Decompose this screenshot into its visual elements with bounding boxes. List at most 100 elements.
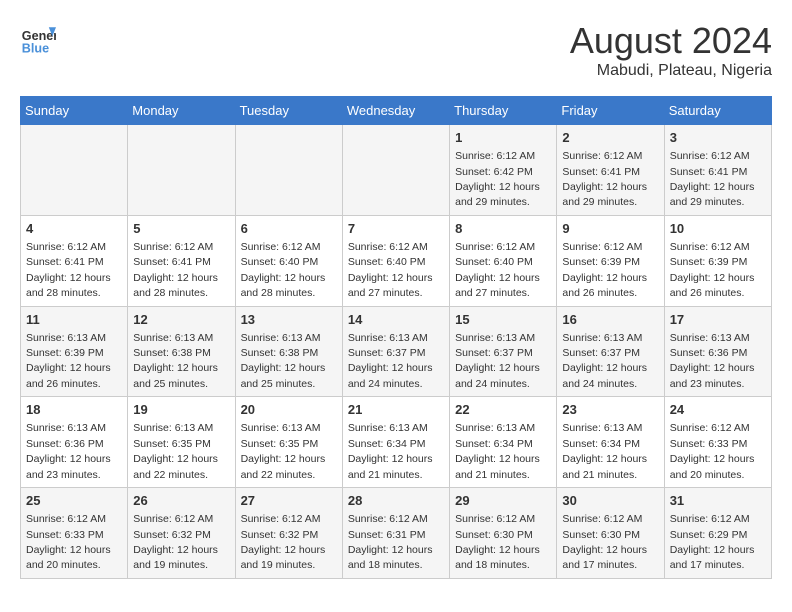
day-info: Sunrise: 6:12 AM Sunset: 6:33 PM Dayligh… bbox=[670, 422, 755, 480]
weekday-header: Tuesday bbox=[235, 97, 342, 125]
calendar-cell: 16Sunrise: 6:13 AM Sunset: 6:37 PM Dayli… bbox=[557, 306, 664, 397]
day-info: Sunrise: 6:13 AM Sunset: 6:39 PM Dayligh… bbox=[26, 332, 111, 390]
day-number: 26 bbox=[133, 492, 229, 510]
day-info: Sunrise: 6:13 AM Sunset: 6:36 PM Dayligh… bbox=[26, 422, 111, 480]
weekday-header: Thursday bbox=[450, 97, 557, 125]
day-number: 5 bbox=[133, 220, 229, 238]
day-info: Sunrise: 6:12 AM Sunset: 6:33 PM Dayligh… bbox=[26, 513, 111, 571]
day-info: Sunrise: 6:13 AM Sunset: 6:35 PM Dayligh… bbox=[241, 422, 326, 480]
day-number: 25 bbox=[26, 492, 122, 510]
calendar-cell: 17 Sunrise: 6:13 AM Sunset: 6:36 PM Dayli… bbox=[664, 306, 771, 397]
day-number: 23 bbox=[562, 401, 658, 419]
day-number: 3 bbox=[670, 129, 766, 147]
day-number: 10 bbox=[670, 220, 766, 238]
day-number: 28 bbox=[348, 492, 444, 510]
calendar-cell: 3 Sunrise: 6:12 AM Sunset: 6:41 PM Daylig… bbox=[664, 125, 771, 216]
day-info: Sunrise: 6:12 AM Sunset: 6:39 PM Dayligh… bbox=[562, 241, 647, 299]
calendar-cell: 29 Sunrise: 6:12 AM Sunset: 6:30 PM Dayli… bbox=[450, 488, 557, 579]
day-info: Sunrise: 6:13 AM Sunset: 6:36 PM Dayligh… bbox=[670, 332, 755, 390]
calendar-cell: 21Sunrise: 6:13 AM Sunset: 6:34 PM Dayli… bbox=[342, 397, 449, 488]
day-info: Sunrise: 6:13 AM Sunset: 6:38 PM Dayligh… bbox=[241, 332, 326, 390]
day-info: Sunrise: 6:12 AM Sunset: 6:40 PM Dayligh… bbox=[348, 241, 433, 299]
page-header: General Blue August 2024 Mabudi, Plateau… bbox=[20, 20, 772, 80]
weekday-header: Saturday bbox=[664, 97, 771, 125]
day-number: 15 bbox=[455, 311, 551, 329]
calendar-cell bbox=[342, 125, 449, 216]
day-info: Sunrise: 6:12 AM Sunset: 6:40 PM Dayligh… bbox=[455, 241, 540, 299]
calendar-cell: 11 Sunrise: 6:13 AM Sunset: 6:39 PM Dayli… bbox=[21, 306, 128, 397]
day-number: 1 bbox=[455, 129, 551, 147]
day-info: Sunrise: 6:12 AM Sunset: 6:41 PM Dayligh… bbox=[562, 150, 647, 208]
calendar-week-row: 25 Sunrise: 6:12 AM Sunset: 6:33 PM Dayli… bbox=[21, 488, 772, 579]
calendar-table: SundayMondayTuesdayWednesdayThursdayFrid… bbox=[20, 96, 772, 579]
calendar-cell bbox=[128, 125, 235, 216]
day-number: 13 bbox=[241, 311, 337, 329]
calendar-cell: 2 Sunrise: 6:12 AM Sunset: 6:41 PM Daylig… bbox=[557, 125, 664, 216]
calendar-cell: 27 Sunrise: 6:12 AM Sunset: 6:32 PM Dayli… bbox=[235, 488, 342, 579]
day-number: 11 bbox=[26, 311, 122, 329]
day-number: 8 bbox=[455, 220, 551, 238]
calendar-cell bbox=[21, 125, 128, 216]
day-info: Sunrise: 6:12 AM Sunset: 6:32 PM Dayligh… bbox=[241, 513, 326, 571]
title-block: August 2024 Mabudi, Plateau, Nigeria bbox=[570, 20, 772, 80]
calendar-cell: 8 Sunrise: 6:12 AM Sunset: 6:40 PM Daylig… bbox=[450, 215, 557, 306]
day-info: Sunrise: 6:13 AM Sunset: 6:35 PM Dayligh… bbox=[133, 422, 218, 480]
calendar-cell: 19 Sunrise: 6:13 AM Sunset: 6:35 PM Dayli… bbox=[128, 397, 235, 488]
day-number: 17 bbox=[670, 311, 766, 329]
day-info: Sunrise: 6:12 AM Sunset: 6:42 PM Dayligh… bbox=[455, 150, 540, 208]
svg-text:Blue: Blue bbox=[22, 41, 49, 55]
page-title: August 2024 bbox=[570, 20, 772, 62]
calendar-cell: 12 Sunrise: 6:13 AM Sunset: 6:38 PM Dayli… bbox=[128, 306, 235, 397]
day-number: 27 bbox=[241, 492, 337, 510]
calendar-cell: 6Sunrise: 6:12 AM Sunset: 6:40 PM Daylig… bbox=[235, 215, 342, 306]
calendar-cell: 18 Sunrise: 6:13 AM Sunset: 6:36 PM Dayli… bbox=[21, 397, 128, 488]
day-info: Sunrise: 6:13 AM Sunset: 6:37 PM Dayligh… bbox=[455, 332, 540, 390]
calendar-week-row: 11 Sunrise: 6:13 AM Sunset: 6:39 PM Dayli… bbox=[21, 306, 772, 397]
calendar-cell: 15 Sunrise: 6:13 AM Sunset: 6:37 PM Dayli… bbox=[450, 306, 557, 397]
calendar-cell: 10 Sunrise: 6:12 AM Sunset: 6:39 PM Dayli… bbox=[664, 215, 771, 306]
day-info: Sunrise: 6:13 AM Sunset: 6:38 PM Dayligh… bbox=[133, 332, 218, 390]
logo-icon: General Blue bbox=[20, 20, 56, 56]
day-number: 12 bbox=[133, 311, 229, 329]
day-info: Sunrise: 6:12 AM Sunset: 6:31 PM Dayligh… bbox=[348, 513, 433, 571]
day-info: Sunrise: 6:13 AM Sunset: 6:37 PM Dayligh… bbox=[348, 332, 433, 390]
day-number: 7 bbox=[348, 220, 444, 238]
calendar-cell: 1 Sunrise: 6:12 AM Sunset: 6:42 PM Daylig… bbox=[450, 125, 557, 216]
logo: General Blue bbox=[20, 20, 56, 56]
weekday-header: Friday bbox=[557, 97, 664, 125]
day-number: 22 bbox=[455, 401, 551, 419]
calendar-cell: 4 Sunrise: 6:12 AM Sunset: 6:41 PM Daylig… bbox=[21, 215, 128, 306]
day-number: 19 bbox=[133, 401, 229, 419]
day-number: 4 bbox=[26, 220, 122, 238]
calendar-cell: 13 Sunrise: 6:13 AM Sunset: 6:38 PM Dayli… bbox=[235, 306, 342, 397]
day-info: Sunrise: 6:12 AM Sunset: 6:39 PM Dayligh… bbox=[670, 241, 755, 299]
day-info: Sunrise: 6:13 AM Sunset: 6:34 PM Dayligh… bbox=[455, 422, 540, 480]
day-number: 2 bbox=[562, 129, 658, 147]
day-number: 30 bbox=[562, 492, 658, 510]
day-info: Sunrise: 6:13 AM Sunset: 6:34 PM Dayligh… bbox=[562, 422, 647, 480]
day-info: Sunrise: 6:12 AM Sunset: 6:41 PM Dayligh… bbox=[26, 241, 111, 299]
calendar-cell: 22 Sunrise: 6:13 AM Sunset: 6:34 PM Dayli… bbox=[450, 397, 557, 488]
calendar-week-row: 18 Sunrise: 6:13 AM Sunset: 6:36 PM Dayli… bbox=[21, 397, 772, 488]
day-number: 14 bbox=[348, 311, 444, 329]
day-number: 31 bbox=[670, 492, 766, 510]
weekday-header: Sunday bbox=[21, 97, 128, 125]
weekday-header: Wednesday bbox=[342, 97, 449, 125]
calendar-cell: 28 Sunrise: 6:12 AM Sunset: 6:31 PM Dayli… bbox=[342, 488, 449, 579]
calendar-cell: 30Sunrise: 6:12 AM Sunset: 6:30 PM Dayli… bbox=[557, 488, 664, 579]
day-number: 18 bbox=[26, 401, 122, 419]
header-row: SundayMondayTuesdayWednesdayThursdayFrid… bbox=[21, 97, 772, 125]
day-info: Sunrise: 6:12 AM Sunset: 6:30 PM Dayligh… bbox=[455, 513, 540, 571]
day-number: 24 bbox=[670, 401, 766, 419]
calendar-cell: 20Sunrise: 6:13 AM Sunset: 6:35 PM Dayli… bbox=[235, 397, 342, 488]
calendar-cell: 25 Sunrise: 6:12 AM Sunset: 6:33 PM Dayli… bbox=[21, 488, 128, 579]
calendar-week-row: 1 Sunrise: 6:12 AM Sunset: 6:42 PM Daylig… bbox=[21, 125, 772, 216]
day-info: Sunrise: 6:12 AM Sunset: 6:41 PM Dayligh… bbox=[670, 150, 755, 208]
day-info: Sunrise: 6:13 AM Sunset: 6:34 PM Dayligh… bbox=[348, 422, 433, 480]
day-number: 29 bbox=[455, 492, 551, 510]
calendar-cell: 24 Sunrise: 6:12 AM Sunset: 6:33 PM Dayli… bbox=[664, 397, 771, 488]
weekday-header: Monday bbox=[128, 97, 235, 125]
calendar-cell: 26Sunrise: 6:12 AM Sunset: 6:32 PM Dayli… bbox=[128, 488, 235, 579]
day-info: Sunrise: 6:13 AM Sunset: 6:37 PM Dayligh… bbox=[562, 332, 647, 390]
calendar-header: SundayMondayTuesdayWednesdayThursdayFrid… bbox=[21, 97, 772, 125]
